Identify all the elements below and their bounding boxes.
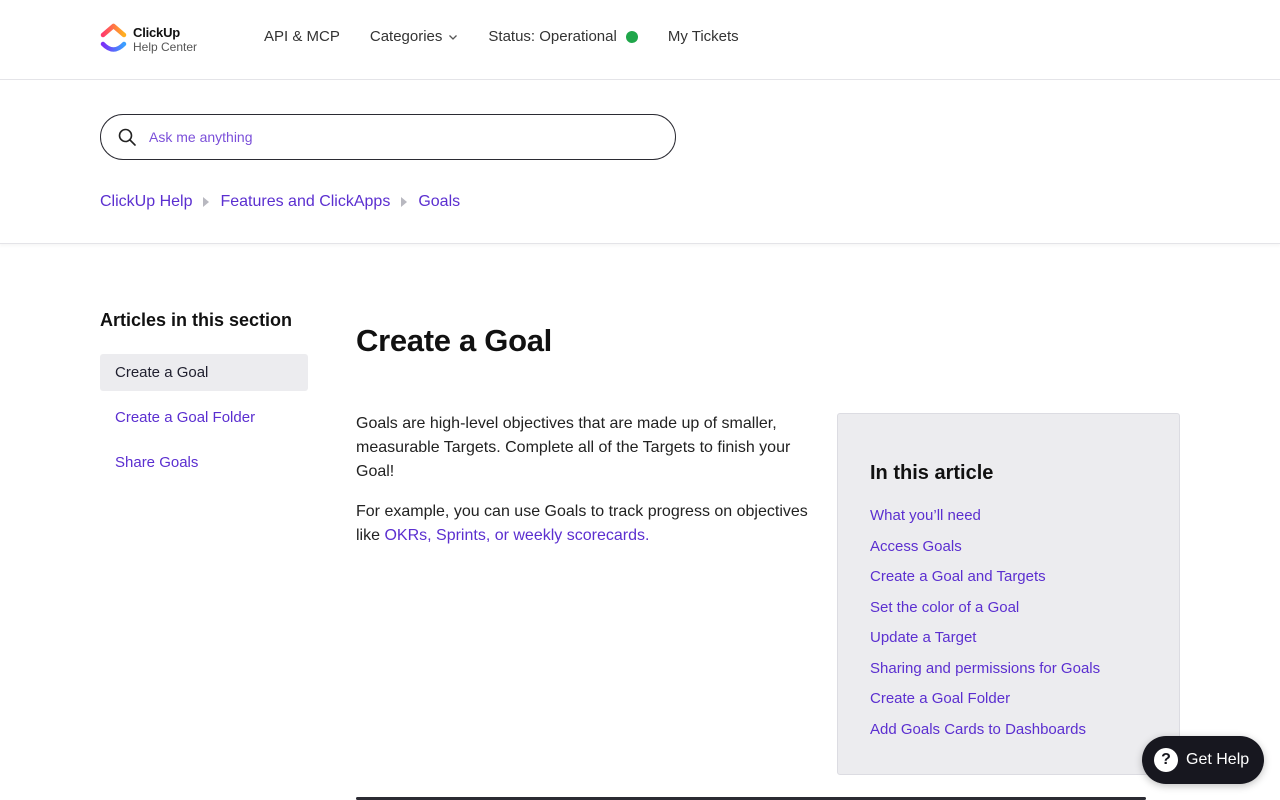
search-icon — [118, 128, 136, 146]
toc-item-create-goal-folder[interactable]: Create a Goal Folder — [870, 684, 1147, 715]
article-paragraph: Goals are high-level objectives that are… — [356, 415, 791, 480]
get-help-label: Get Help — [1186, 751, 1250, 768]
logo-subtitle: Help Center — [133, 39, 198, 54]
breadcrumb-separator-icon — [401, 197, 408, 207]
article-paragraph: For example, you can use Goals to track … — [356, 500, 808, 548]
help-question-icon: ? — [1154, 748, 1178, 772]
search-input[interactable] — [149, 117, 675, 157]
sidebar-item-create-a-goal[interactable]: Create a Goal — [100, 354, 308, 391]
sidebar-article-list: Create a Goal Create a Goal Folder Share… — [100, 354, 308, 489]
nav-categories[interactable]: Categories — [370, 28, 459, 45]
breadcrumb-clickup-help[interactable]: ClickUp Help — [100, 193, 192, 211]
toc-item-what-youll-need[interactable]: What you’ll need — [870, 501, 1147, 532]
toc-list: What you’ll need Access Goals Create a G… — [870, 501, 1147, 745]
okrs-sprints-link[interactable]: OKRs, Sprints, or weekly scorecards. — [384, 527, 649, 544]
get-help-button[interactable]: ? Get Help — [1142, 736, 1264, 784]
nav-my-tickets[interactable]: My Tickets — [668, 28, 739, 45]
sidebar-item-share-goals[interactable]: Share Goals — [100, 444, 308, 481]
article-body: Goals are high-level objectives that are… — [356, 412, 808, 564]
toc-item-update-target[interactable]: Update a Target — [870, 623, 1147, 654]
nav-status[interactable]: Status: Operational — [488, 28, 638, 45]
nav-categories-label: Categories — [369, 28, 443, 45]
chevron-down-icon — [449, 34, 458, 40]
toc-item-set-color[interactable]: Set the color of a Goal — [870, 593, 1147, 624]
breadcrumb-goals[interactable]: Goals — [418, 193, 460, 211]
status-indicator-icon — [625, 30, 638, 43]
search-box[interactable] — [100, 114, 676, 160]
sidebar-item-create-a-goal-folder[interactable]: Create a Goal Folder — [100, 399, 308, 436]
breadcrumb: ClickUp Help Features and ClickApps Goal… — [100, 193, 460, 211]
breadcrumb-features-clickapps[interactable]: Features and ClickApps — [220, 193, 390, 211]
search-band: ClickUp Help Features and ClickApps Goal… — [0, 80, 1280, 244]
toc-item-add-goals-cards[interactable]: Add Goals Cards to Dashboards — [870, 715, 1147, 746]
logo-brand-text: ClickUp — [133, 24, 181, 40]
top-header: ClickUp Help Center API & MCP Categories… — [0, 0, 1280, 80]
table-of-contents: In this article What you’ll need Access … — [837, 413, 1180, 775]
toc-item-create-goal-targets[interactable]: Create a Goal and Targets — [870, 562, 1147, 593]
toc-item-sharing-permissions[interactable]: Sharing and permissions for Goals — [870, 654, 1147, 685]
clickup-logo[interactable]: ClickUp Help Center — [100, 22, 197, 56]
sidebar-title: Articles in this section — [100, 310, 293, 330]
toc-title: In this article — [870, 462, 994, 484]
nav-api-mcp[interactable]: API & MCP — [264, 28, 340, 45]
clickup-logo-icon — [100, 23, 127, 52]
main-nav: API & MCP Categories Status: Operational… — [264, 28, 769, 45]
nav-status-label: Status: Operational — [488, 28, 617, 45]
breadcrumb-separator-icon — [203, 197, 210, 207]
article-title: Create a Goal — [356, 323, 552, 358]
toc-item-access-goals[interactable]: Access Goals — [870, 532, 1147, 563]
